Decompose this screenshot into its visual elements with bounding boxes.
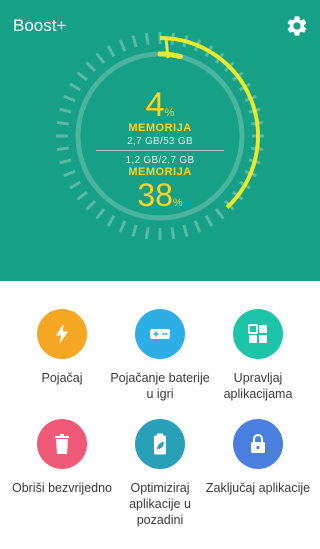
boost-header: Boost+ 4% MEMORIJA 2,7 GB/53 GB 1,2 GB/2…	[0, 0, 320, 281]
gauge-tick	[193, 220, 202, 233]
gauge-tick	[182, 224, 189, 237]
manage-apps-button[interactable]: Upravljaj aplikacijama	[205, 309, 311, 402]
boost-label: Pojačaj	[41, 371, 83, 385]
optimize-circle	[135, 419, 185, 469]
battery-leaf-icon	[154, 433, 166, 455]
gauge-tick	[56, 146, 69, 152]
gauge-tick	[76, 71, 88, 82]
ram-usage-detail: 1,2 GB/2,7 GB	[125, 155, 195, 166]
game-boost-circle	[135, 309, 185, 359]
manage-apps-circle	[233, 309, 283, 359]
gauge-tick	[95, 52, 106, 64]
game-boost-label: Pojačanje baterije u igri	[110, 371, 210, 401]
gauge-tick	[118, 220, 127, 233]
gauge-tick	[144, 227, 150, 240]
gamepad-icon	[150, 329, 170, 339]
lock-icon	[251, 434, 265, 453]
gauge-tick	[144, 32, 150, 45]
gauge-tick	[131, 35, 138, 48]
actions-grid: Pojačaj Pojačanje baterije u igri Upravl…	[0, 281, 320, 549]
lock-apps-button[interactable]: Zaključaj aplikacije	[205, 419, 311, 496]
gauge-tick	[85, 61, 97, 73]
app-title: Boost+	[13, 16, 67, 35]
manage-apps-label: Upravljaj aplikacijama	[223, 371, 293, 401]
lightning-icon	[56, 324, 68, 344]
clean-junk-circle	[37, 419, 87, 469]
storage-usage-detail: 2,7 GB/53 GB	[127, 136, 193, 147]
settings-gear-icon[interactable]	[285, 14, 309, 38]
storage-ring-progress	[157, 51, 183, 60]
apps-grid-icon	[248, 324, 267, 343]
storage-label: MEMORIJA	[128, 122, 192, 134]
clean-junk-button[interactable]: Obriši bezvrijedno	[9, 419, 115, 496]
ram-percent: 38%	[137, 177, 183, 213]
gauge-divider	[96, 150, 224, 151]
boost-button[interactable]: Pojačaj	[9, 309, 115, 386]
lock-apps-circle	[233, 419, 283, 469]
gauge-tick	[106, 45, 116, 58]
gauge-marker	[164, 37, 170, 59]
optimize-label: Optimiziraj aplikacije u pozadini	[129, 481, 191, 527]
optimize-background-button[interactable]: Optimiziraj aplikacije u pozadini	[107, 419, 213, 528]
trash-icon	[55, 434, 69, 454]
game-battery-boost-button[interactable]: Pojačanje baterije u igri	[107, 309, 213, 402]
gauge-tick	[170, 227, 176, 240]
clean-junk-label: Obriši bezvrijedno	[11, 481, 113, 495]
boost-circle	[37, 309, 87, 359]
gauge-tick	[118, 39, 127, 52]
gauge-tick	[131, 224, 138, 237]
lock-apps-label: Zaključaj aplikacije	[205, 481, 311, 495]
